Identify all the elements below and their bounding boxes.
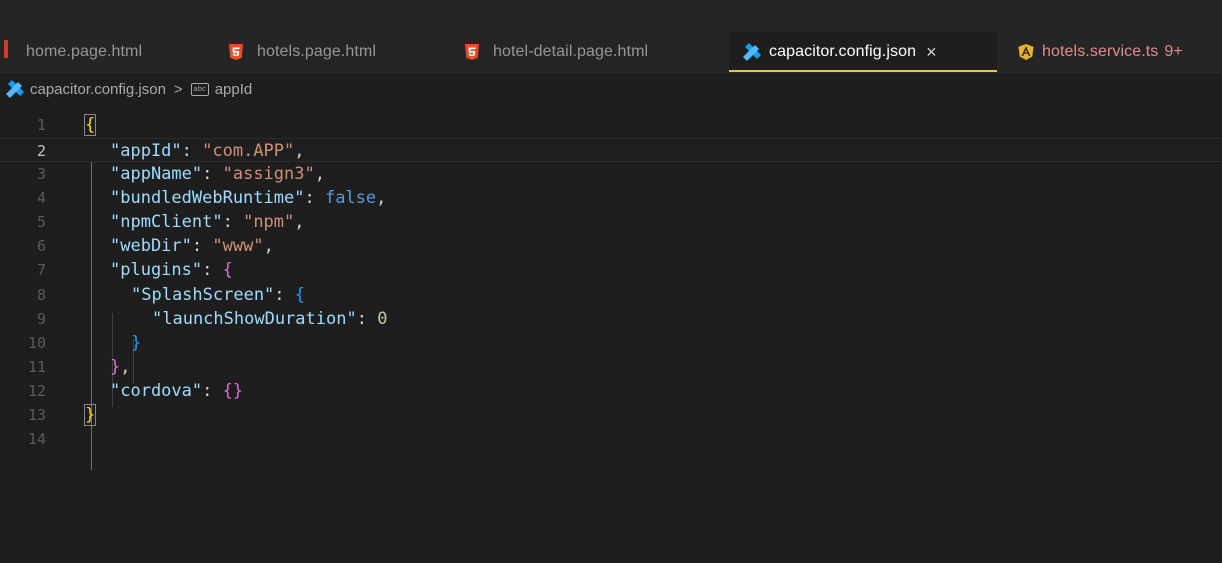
code-line-current: 2 "appId": "com.APP", — [0, 138, 1222, 162]
line-number: 11 — [27, 358, 46, 376]
code-text: { — [83, 114, 97, 136]
tab-label: hotels.service.ts — [1042, 43, 1159, 60]
tab-label: home.page.html — [26, 43, 143, 60]
html5-icon — [229, 44, 243, 60]
angular-icon — [1018, 44, 1034, 60]
tab-home-page-html[interactable]: home.page.html — [26, 32, 216, 72]
code-text: "npmClient": "npm", — [110, 212, 305, 232]
code-text: "plugins": { — [110, 260, 233, 280]
code-text: } — [131, 333, 142, 353]
line-number: 8 — [36, 286, 46, 304]
code-line: 3 "appName": "assign3", — [0, 162, 1222, 186]
tab-hotels-service-ts[interactable]: hotels.service.ts 9+ — [1018, 32, 1222, 72]
code-line: 14 — [0, 427, 1222, 451]
string-symbol-icon: abc — [190, 82, 209, 96]
code-line: 8 "SplashScreen": { — [0, 283, 1222, 307]
editor-tab-bar: home.page.html hotels.page.html hotel-de… — [0, 0, 1222, 73]
line-number: 13 — [27, 406, 46, 424]
tab-hotels-page-html[interactable]: hotels.page.html — [229, 32, 439, 72]
line-number: 5 — [36, 213, 46, 231]
code-text: "webDir": "www", — [110, 236, 274, 256]
code-text: "appId": "com.APP", — [110, 141, 305, 161]
code-line: 5 "npmClient": "npm", — [0, 210, 1222, 234]
problem-count-badge: 9+ — [1164, 43, 1183, 60]
tab-label: hotels.page.html — [257, 43, 377, 60]
html5-icon — [465, 44, 479, 60]
code-line: 7 "plugins": { — [0, 258, 1222, 282]
code-line: 1 { — [0, 113, 1222, 137]
line-number: 2 — [36, 142, 46, 160]
line-number: 1 — [36, 116, 46, 134]
close-icon[interactable]: × — [926, 42, 937, 63]
line-number: 14 — [27, 430, 46, 448]
code-text: "appName": "assign3", — [110, 164, 325, 184]
code-line: 13 } — [0, 403, 1222, 427]
tab-hotel-detail-page-html[interactable]: hotel-detail.page.html — [465, 32, 725, 72]
line-number: 7 — [36, 261, 46, 279]
breadcrumb: capacitor.config.json > abc appId — [0, 73, 1222, 105]
code-line: 11 }, — [0, 355, 1222, 379]
code-text: "cordova": {} — [110, 381, 244, 401]
vscode-window: home.page.html hotels.page.html hotel-de… — [0, 0, 1222, 563]
breadcrumb-file[interactable]: capacitor.config.json — [30, 81, 166, 98]
capacitor-icon — [6, 80, 24, 98]
code-text: } — [83, 404, 97, 426]
code-line: 9 "launchShowDuration": 0 — [0, 307, 1222, 331]
code-text: "launchShowDuration": 0 — [152, 309, 388, 329]
code-line: 6 "webDir": "www", — [0, 234, 1222, 258]
chevron-right-icon: > — [173, 80, 183, 98]
code-text: }, — [110, 357, 131, 377]
line-number: 10 — [27, 334, 46, 352]
code-editor[interactable]: 1 { 2 "appId": "com.APP", 3 "appName": "… — [0, 105, 1222, 563]
line-number: 9 — [36, 310, 46, 328]
line-number: 4 — [36, 189, 46, 207]
breadcrumb-symbol[interactable]: appId — [215, 81, 253, 98]
code-line: 10 } — [0, 331, 1222, 355]
code-line: 12 "cordova": {} — [0, 379, 1222, 403]
code-text: "bundledWebRuntime": false, — [110, 188, 387, 208]
code-line: 4 "bundledWebRuntime": false, — [0, 186, 1222, 210]
line-number: 6 — [36, 237, 46, 255]
code-text: "SplashScreen": { — [131, 285, 306, 305]
tab-overflow-marker — [4, 40, 8, 58]
tab-label: capacitor.config.json — [769, 43, 917, 60]
line-number: 3 — [36, 165, 46, 183]
tab-label: hotel-detail.page.html — [493, 43, 649, 60]
tab-capacitor-config-json[interactable]: capacitor.config.json × — [729, 32, 997, 72]
line-number: 12 — [27, 382, 46, 400]
capacitor-icon — [743, 43, 761, 61]
